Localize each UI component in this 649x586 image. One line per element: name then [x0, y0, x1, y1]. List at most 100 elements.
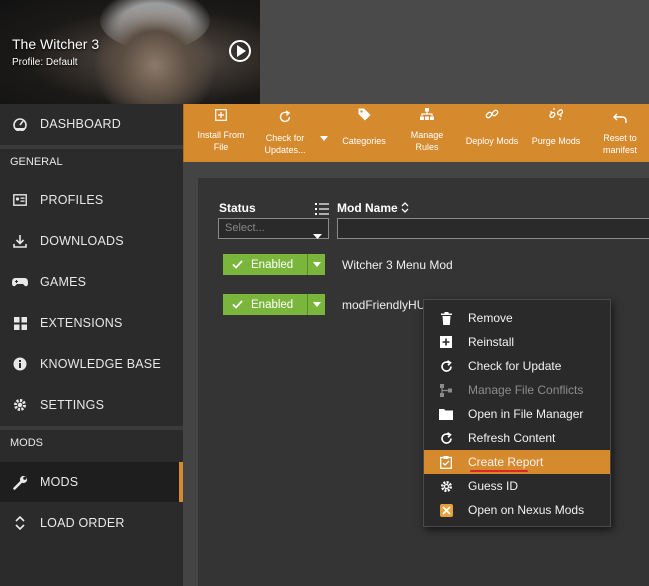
sidebar-item-label: SETTINGS	[40, 398, 105, 412]
sidebar-item-games[interactable]: GAMES	[0, 262, 183, 302]
column-header-status[interactable]: Status	[219, 201, 256, 215]
status-label: Enabled	[251, 298, 294, 311]
status-label: Enabled	[251, 258, 294, 271]
check-for-updates-button[interactable]: Check for Updates...	[256, 107, 314, 165]
menu-item-remove[interactable]: Remove	[424, 306, 610, 330]
sidebar-item-label: DOWNLOADS	[40, 234, 124, 248]
sidebar-item-downloads[interactable]: DOWNLOADS	[0, 221, 183, 261]
column-header-mod-name[interactable]: Mod Name	[337, 201, 409, 215]
toolbar-label: Updates...	[264, 145, 306, 155]
menu-item-check-for-update[interactable]: Check for Update	[424, 354, 610, 378]
enabled-toggle-button[interactable]: Enabled	[223, 254, 325, 275]
section-divider	[0, 145, 183, 149]
sidebar-item-settings[interactable]: SETTINGS	[0, 385, 183, 425]
status-dropdown[interactable]	[307, 294, 325, 315]
sidebar-item-mods[interactable]: MODS	[0, 462, 183, 502]
sidebar-item-label: MODS	[40, 475, 79, 489]
game-profile: Profile: Default	[12, 57, 78, 68]
menu-item-create-report[interactable]: Create Report	[424, 450, 610, 474]
sidebar: The Witcher 3 Profile: Default DASHBOARD…	[0, 0, 260, 586]
menu-item-label: Check for Update	[468, 359, 562, 373]
app-window: The Witcher 3 Profile: Default DASHBOARD…	[0, 0, 649, 586]
menu-item-label: Manage File Conflicts	[468, 383, 584, 397]
menu-item-manage-file-conflicts[interactable]: Manage File Conflicts	[424, 378, 610, 402]
enabled-toggle-button[interactable]: Enabled	[223, 294, 325, 315]
deploy-mods-button[interactable]: Deploy Mods	[462, 104, 522, 162]
tag-icon	[358, 108, 371, 124]
section-label-mods: MODS	[10, 437, 43, 449]
game-header[interactable]: The Witcher 3 Profile: Default	[0, 0, 260, 104]
install-from-file-button[interactable]: Install From File	[192, 104, 250, 162]
section-label-general: GENERAL	[10, 156, 63, 168]
gamepad-icon	[0, 277, 40, 287]
column-header-label: Mod Name	[337, 201, 398, 215]
game-art	[95, 5, 215, 104]
toolbar-label: Check for	[265, 133, 305, 143]
menu-item-open-in-file-manager[interactable]: Open in File Manager	[424, 402, 610, 426]
profiles-icon	[0, 194, 40, 206]
manage-rules-button[interactable]: Manage Rules	[398, 104, 456, 162]
menu-item-label: Reinstall	[468, 335, 515, 349]
caret-down-icon	[313, 227, 322, 246]
menu-item-open-on-nexus-mods[interactable]: Open on Nexus Mods	[424, 498, 610, 522]
menu-item-label: Open on Nexus Mods	[468, 503, 585, 517]
status-dropdown[interactable]	[307, 254, 325, 275]
download-icon	[0, 234, 40, 248]
sidebar-item-knowledge-base[interactable]: KNOWLEDGE BASE	[0, 344, 183, 384]
gear-icon	[424, 480, 468, 493]
sort-icon	[0, 516, 40, 530]
menu-item-label: Create Report	[468, 455, 544, 469]
caret-down-icon	[320, 133, 328, 143]
plus-box-icon	[424, 336, 468, 348]
sidebar-item-load-order[interactable]: LOAD ORDER	[0, 503, 183, 543]
menu-item-reinstall[interactable]: Reinstall	[424, 330, 610, 354]
check-icon	[223, 300, 251, 309]
menu-item-guess-id[interactable]: Guess ID	[424, 474, 610, 498]
menu-item-label: Remove	[468, 311, 513, 325]
mod-name-cell[interactable]: modFriendlyHU	[342, 298, 425, 312]
wrench-icon	[0, 475, 40, 490]
refresh-icon	[424, 359, 468, 373]
annotation-underline	[470, 470, 528, 472]
sidebar-item-label: LOAD ORDER	[40, 516, 125, 530]
mod-name-filter-input[interactable]	[337, 218, 649, 239]
menu-item-label: Open in File Manager	[468, 407, 584, 421]
toolbar-label: Install From	[197, 130, 245, 140]
sort-icon	[401, 201, 409, 215]
sidebar-item-label: DASHBOARD	[40, 117, 121, 131]
toolbar-label: Deploy Mods	[465, 136, 519, 146]
play-icon[interactable]	[229, 40, 251, 62]
mod-name-cell[interactable]: Witcher 3 Menu Mod	[342, 258, 453, 272]
sidebar-item-label: PROFILES	[40, 193, 104, 207]
categories-button[interactable]: Categories	[336, 104, 392, 162]
menu-item-label: Guess ID	[468, 479, 519, 493]
hierarchy-icon	[420, 108, 434, 124]
folder-icon	[424, 408, 468, 420]
status-filter-select[interactable]: Select...	[218, 218, 329, 239]
trash-icon	[424, 311, 468, 325]
sidebar-item-label: EXTENSIONS	[40, 316, 123, 330]
toolbar-label: Rules	[415, 142, 439, 152]
menu-item-label: Refresh Content	[468, 431, 556, 445]
refresh-icon	[278, 110, 292, 127]
toolbar-label: Reset to	[603, 133, 637, 143]
reset-to-manifest-button[interactable]: Reset to manifest	[592, 107, 648, 165]
check-icon	[223, 260, 251, 269]
sidebar-item-profiles[interactable]: PROFILES	[0, 180, 183, 220]
extensions-icon	[0, 316, 40, 330]
sidebar-item-extensions[interactable]: EXTENSIONS	[0, 303, 183, 343]
toolbar-label: Manage	[410, 130, 444, 140]
sidebar-item-dashboard[interactable]: DASHBOARD	[0, 104, 183, 144]
section-divider	[0, 426, 183, 430]
toolbar: Install From File Check for Updates... Cat…	[183, 104, 649, 162]
status-filter-placeholder: Select...	[225, 222, 265, 234]
toolbar-label: manifest	[602, 145, 637, 155]
purge-mods-button[interactable]: Purge Mods	[526, 104, 586, 162]
context-menu: Remove Reinstall Check for Update Manage…	[423, 299, 611, 527]
link-icon	[485, 107, 499, 124]
info-icon	[0, 357, 40, 371]
toolbar-label: File	[213, 142, 229, 152]
menu-item-refresh-content[interactable]: Refresh Content	[424, 426, 610, 450]
check-updates-dropdown[interactable]	[318, 104, 330, 162]
conflict-icon	[424, 383, 468, 397]
